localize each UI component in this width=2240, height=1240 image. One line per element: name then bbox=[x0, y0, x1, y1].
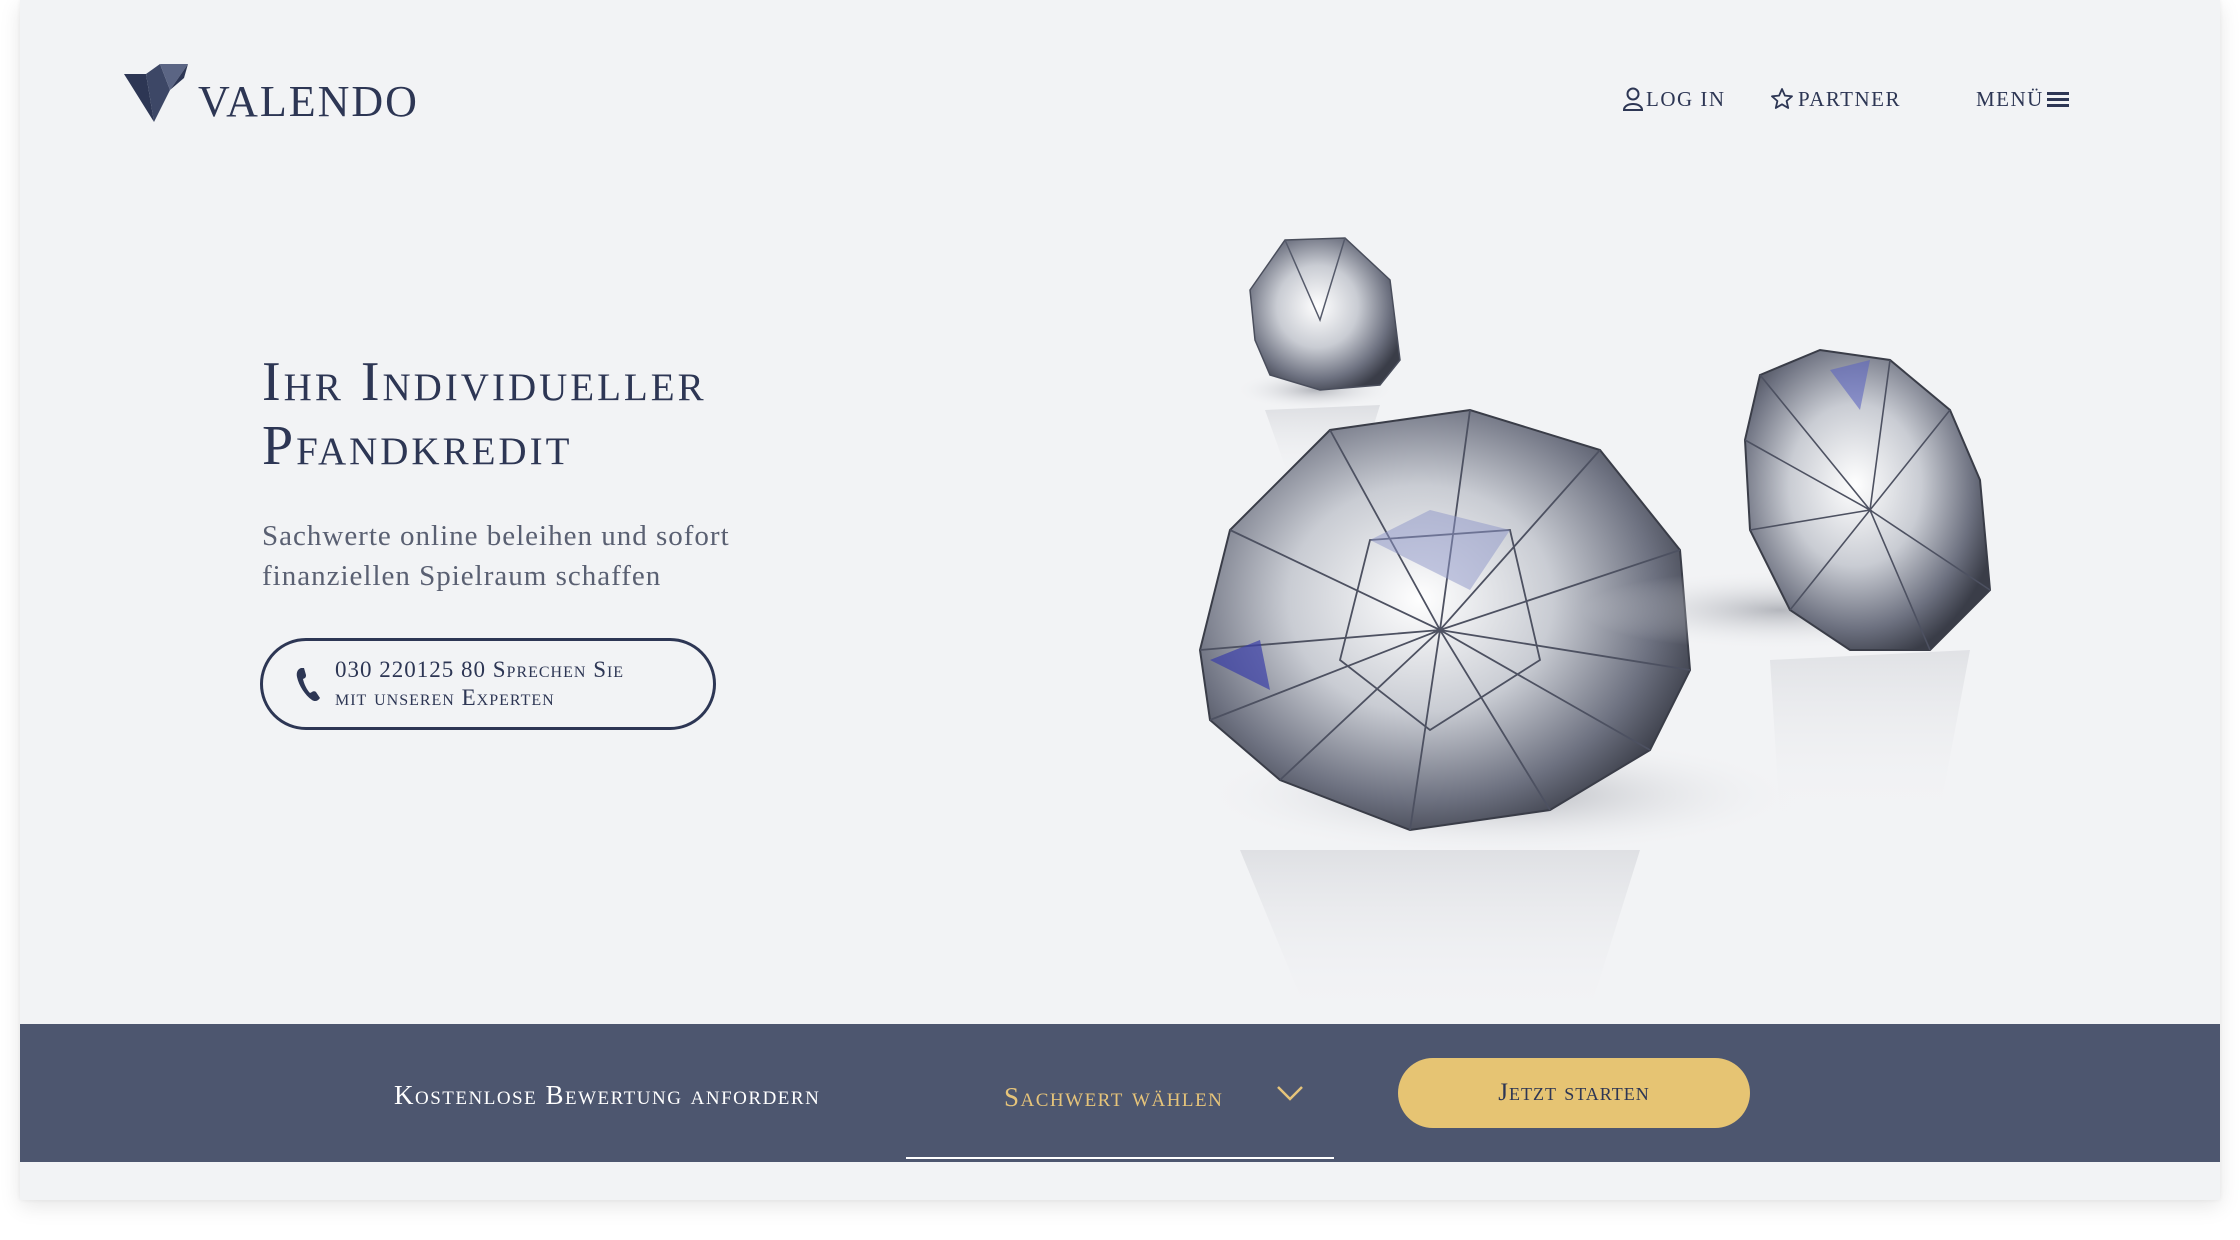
star-icon bbox=[1771, 88, 1793, 109]
logo[interactable]: VALENDO bbox=[124, 64, 419, 126]
valuation-label: Kostenlose Bewertung anfordern bbox=[394, 1080, 821, 1110]
page-bottom-strip bbox=[20, 1162, 2220, 1200]
hero-subtitle-line1: Sachwerte online beleihen und sofort bbox=[262, 520, 730, 552]
valendo-logo-icon bbox=[124, 64, 188, 122]
large-diamond bbox=[1198, 408, 1800, 1020]
phone-line1: 030 220125 80 Sprechen Sie bbox=[335, 657, 625, 682]
phone-icon bbox=[296, 668, 320, 702]
logo-text: VALENDO bbox=[198, 77, 419, 126]
phone-line2: mit unseren Experten bbox=[335, 685, 555, 710]
hero-subtitle-line2: finanziellen Spielraum schaffen bbox=[262, 560, 662, 592]
asset-select-value: Sachwert wählen bbox=[1004, 1082, 1224, 1112]
login-label: LOG IN bbox=[1646, 86, 1726, 111]
call-expert-button[interactable]: 030 220125 80 Sprechen Sie mit unseren E… bbox=[260, 638, 716, 730]
chevron-down-icon bbox=[1277, 1086, 1303, 1101]
page-frame: VALENDO LOG IN PARTNER MENÜ Ihr Individu… bbox=[20, 0, 2220, 1200]
hamburger-icon bbox=[2046, 92, 2069, 107]
hero-subtitle: Sachwerte online beleihen und sofort fin… bbox=[262, 516, 882, 596]
hero-title-line1: Ihr Individueller bbox=[262, 351, 707, 413]
valuation-bar: Kostenlose Bewertung anfordern Sachwert … bbox=[20, 1024, 2220, 1162]
hero-title: Ihr Individueller Pfandkredit bbox=[262, 350, 962, 478]
login-link[interactable]: LOG IN bbox=[1622, 86, 1726, 112]
user-icon bbox=[1622, 87, 1644, 111]
call-expert-text: 030 220125 80 Sprechen Sie mit unseren E… bbox=[335, 656, 624, 712]
partner-label: PARTNER bbox=[1798, 86, 1901, 111]
start-button[interactable]: Jetzt starten bbox=[1398, 1058, 1750, 1128]
diamonds-image bbox=[1198, 237, 1992, 1020]
menu-button[interactable]: MENÜ bbox=[1976, 86, 2069, 112]
hero-title-line2: Pfandkredit bbox=[262, 415, 573, 477]
partner-link[interactable]: PARTNER bbox=[1770, 86, 1901, 112]
menu-label: MENÜ bbox=[1976, 86, 2044, 111]
asset-select[interactable]: Sachwert wählen bbox=[906, 1062, 1334, 1159]
